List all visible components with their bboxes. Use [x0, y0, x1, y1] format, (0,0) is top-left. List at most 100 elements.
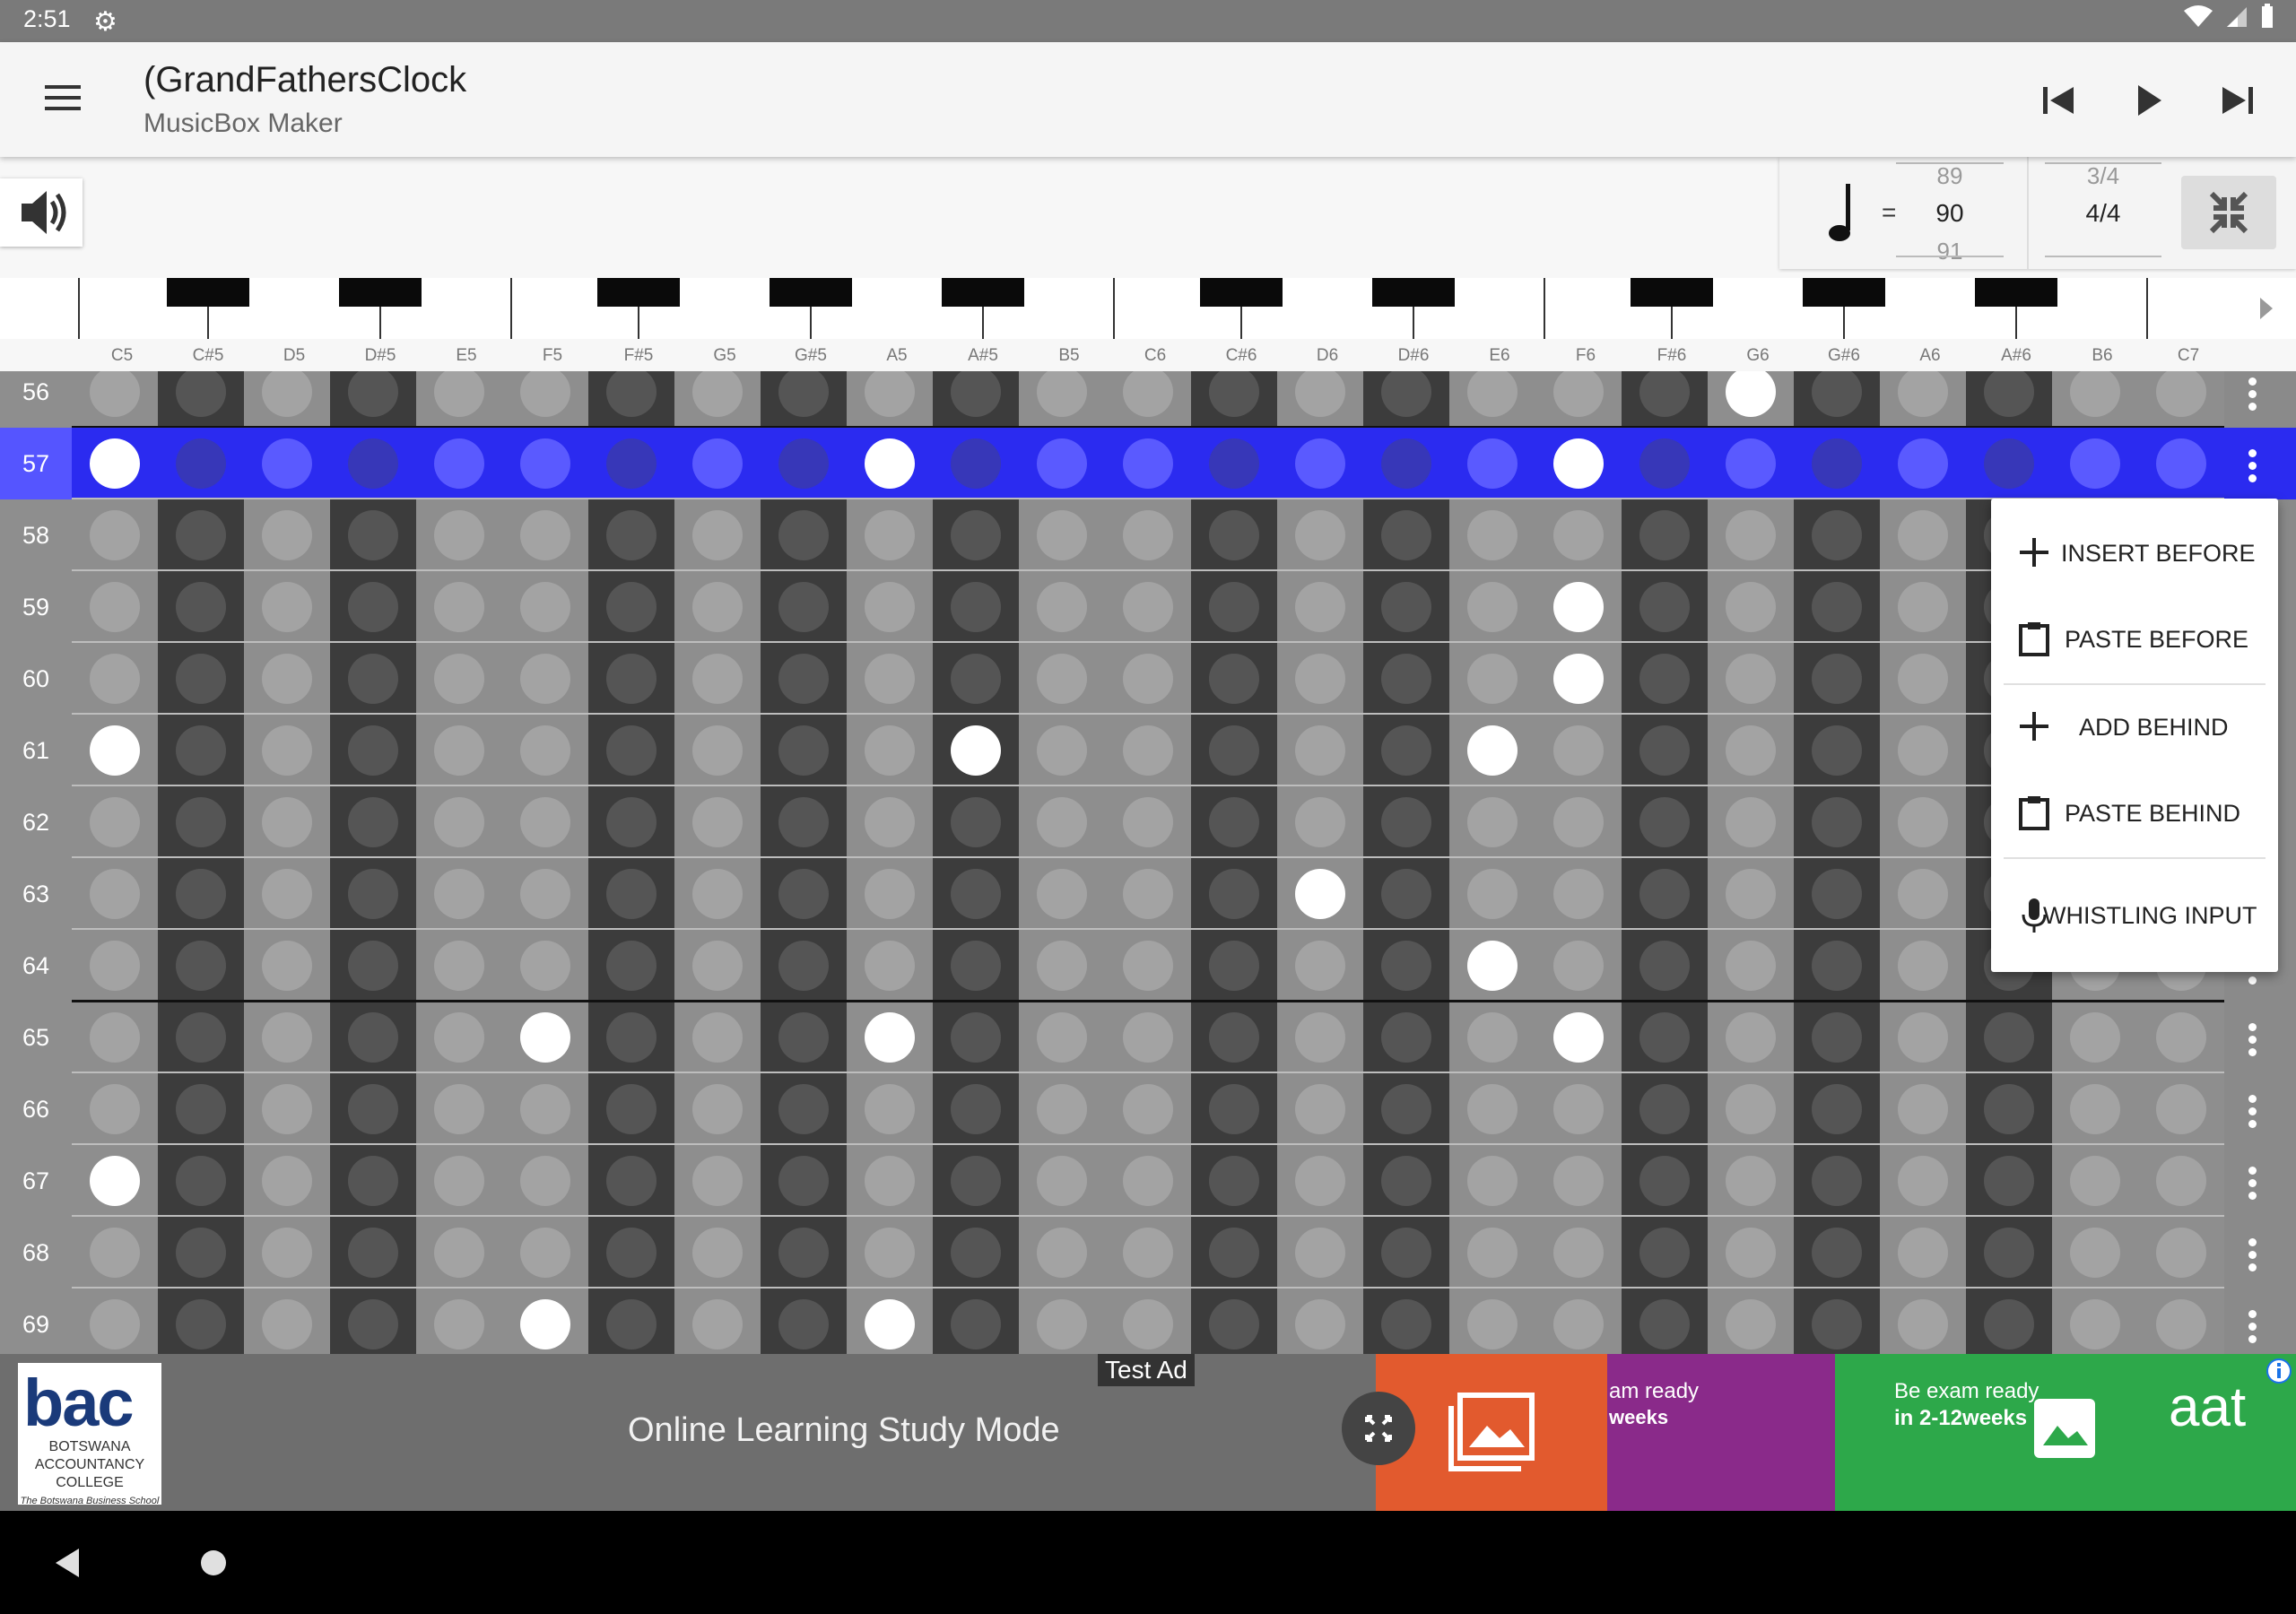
note-dot[interactable] — [1209, 1156, 1259, 1206]
note-dot[interactable] — [1553, 1156, 1604, 1206]
note-dot[interactable] — [2070, 1084, 2120, 1134]
note-dot[interactable] — [2156, 438, 2206, 489]
note-dot[interactable] — [692, 1084, 743, 1134]
note-dot-active[interactable] — [1553, 438, 1604, 489]
note-dot[interactable] — [1467, 371, 1518, 417]
grid-row[interactable]: 57 — [0, 428, 2296, 499]
note-dot[interactable] — [1639, 797, 1690, 847]
note-dot[interactable] — [1812, 1084, 1862, 1134]
note-dot[interactable] — [262, 1228, 312, 1278]
note-dot[interactable] — [434, 582, 484, 632]
note-dot[interactable] — [1381, 438, 1431, 489]
note-dot[interactable] — [606, 725, 657, 776]
note-dot[interactable] — [520, 510, 570, 560]
note-dot[interactable] — [1726, 1084, 1776, 1134]
note-dot[interactable] — [90, 1228, 140, 1278]
note-dot[interactable] — [1984, 371, 2034, 417]
note-dot[interactable] — [1209, 654, 1259, 704]
note-dot[interactable] — [1812, 797, 1862, 847]
note-dot[interactable] — [1726, 582, 1776, 632]
note-dot[interactable] — [434, 941, 484, 991]
note-dot[interactable] — [1209, 869, 1259, 919]
note-dot[interactable] — [520, 1156, 570, 1206]
note-dot[interactable] — [1467, 510, 1518, 560]
note-dot[interactable] — [606, 941, 657, 991]
note-dot[interactable] — [1381, 654, 1431, 704]
note-dot[interactable] — [1123, 941, 1173, 991]
note-dot-active[interactable] — [865, 1299, 915, 1349]
note-dot[interactable] — [1209, 1299, 1259, 1349]
note-dot[interactable] — [1984, 1156, 2034, 1206]
note-dot[interactable] — [1381, 1084, 1431, 1134]
note-dot[interactable] — [1812, 1228, 1862, 1278]
note-dot[interactable] — [348, 371, 398, 417]
note-dot[interactable] — [262, 371, 312, 417]
note-dot[interactable] — [1295, 1012, 1345, 1063]
note-dot[interactable] — [1381, 510, 1431, 560]
note-dot[interactable] — [951, 654, 1001, 704]
note-dot[interactable] — [1295, 1084, 1345, 1134]
note-dot[interactable] — [90, 510, 140, 560]
note-dot[interactable] — [1123, 438, 1173, 489]
note-dot[interactable] — [1381, 1299, 1431, 1349]
note-dot[interactable] — [262, 941, 312, 991]
note-dot[interactable] — [2070, 1156, 2120, 1206]
note-dot-active[interactable] — [1467, 941, 1518, 991]
ad-image-3[interactable]: Be exam ready in 2-12weeks aat — [1835, 1354, 2296, 1511]
note-dot[interactable] — [692, 371, 743, 417]
note-dot[interactable] — [1812, 654, 1862, 704]
note-dot[interactable] — [176, 371, 226, 417]
note-dot[interactable] — [778, 1228, 829, 1278]
note-dot[interactable] — [262, 869, 312, 919]
note-dot[interactable] — [1726, 510, 1776, 560]
note-dot[interactable] — [951, 582, 1001, 632]
note-dot[interactable] — [1553, 725, 1604, 776]
note-dot[interactable] — [1381, 371, 1431, 417]
note-dot[interactable] — [434, 725, 484, 776]
note-dot[interactable] — [90, 797, 140, 847]
note-dot[interactable] — [1898, 371, 1948, 417]
note-dot[interactable] — [434, 371, 484, 417]
note-dot[interactable] — [692, 1228, 743, 1278]
grid-row[interactable]: 69 — [0, 1289, 2296, 1354]
expand-icon[interactable] — [1342, 1392, 1415, 1465]
note-dot[interactable] — [1295, 1228, 1345, 1278]
note-dot[interactable] — [1639, 941, 1690, 991]
note-dot[interactable] — [1726, 797, 1776, 847]
paste-before-item[interactable]: PASTE BEFORE — [1991, 603, 2278, 674]
grid-row[interactable]: 64 — [0, 930, 2296, 1002]
note-dot[interactable] — [778, 869, 829, 919]
note-dot[interactable] — [1467, 582, 1518, 632]
note-dot[interactable] — [1295, 1156, 1345, 1206]
note-dot[interactable] — [262, 438, 312, 489]
note-dot[interactable] — [1037, 797, 1087, 847]
note-dot[interactable] — [1553, 510, 1604, 560]
note-dot[interactable] — [1037, 941, 1087, 991]
note-dot[interactable] — [1295, 797, 1345, 847]
note-dot[interactable] — [2070, 1228, 2120, 1278]
note-dot[interactable] — [1639, 582, 1690, 632]
note-dot[interactable] — [692, 869, 743, 919]
note-dot[interactable] — [1209, 438, 1259, 489]
note-dot-active[interactable] — [1467, 725, 1518, 776]
note-dot[interactable] — [90, 654, 140, 704]
note-dot[interactable] — [1467, 1299, 1518, 1349]
note-dot[interactable] — [951, 1156, 1001, 1206]
note-dot[interactable] — [692, 438, 743, 489]
note-dot[interactable] — [1381, 582, 1431, 632]
insert-before-item[interactable]: INSERT BEFORE — [1991, 516, 2278, 588]
whistling-input-item[interactable]: WHISTLING INPUT — [1991, 879, 2278, 950]
note-dot[interactable] — [1898, 1084, 1948, 1134]
note-dot[interactable] — [951, 1084, 1001, 1134]
note-dot[interactable] — [778, 1012, 829, 1063]
note-dot[interactable] — [865, 725, 915, 776]
note-dot[interactable] — [1898, 941, 1948, 991]
note-dot[interactable] — [1898, 797, 1948, 847]
note-dot[interactable] — [778, 725, 829, 776]
note-dot[interactable] — [778, 1299, 829, 1349]
note-dot[interactable] — [606, 797, 657, 847]
note-dot[interactable] — [348, 1299, 398, 1349]
note-dot[interactable] — [348, 1084, 398, 1134]
note-dot-active[interactable] — [520, 1299, 570, 1349]
note-dot[interactable] — [262, 1084, 312, 1134]
